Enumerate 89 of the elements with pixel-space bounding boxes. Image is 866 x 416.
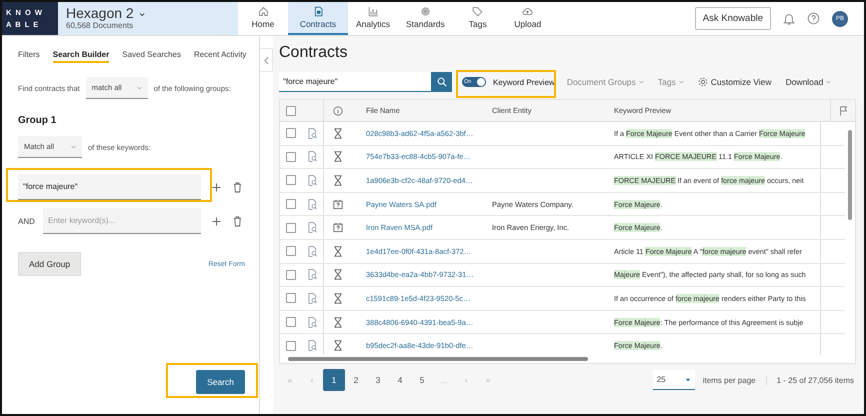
- nav-tab[interactable]: Home: [238, 2, 288, 35]
- hourglass-icon: [333, 151, 343, 162]
- hourglass-icon: [333, 292, 343, 304]
- document-preview-icon[interactable]: [308, 292, 317, 304]
- hourglass-icon: [333, 128, 343, 139]
- document-preview-icon[interactable]: [308, 269, 317, 280]
- hourglass-icon: [333, 340, 343, 352]
- search-button[interactable]: Search: [196, 370, 245, 394]
- operator-label: AND: [18, 216, 35, 226]
- chevron-icon: [71, 144, 76, 148]
- row-checkbox[interactable]: [286, 199, 296, 210]
- document-preview-icon[interactable]: [308, 174, 317, 186]
- panel-tab[interactable]: Filters: [18, 50, 40, 63]
- item-range-label: 1 - 25 of 27,056 items: [776, 376, 854, 384]
- document-preview-icon[interactable]: [308, 198, 317, 210]
- search-field[interactable]: "force majeure": [279, 72, 431, 92]
- page-title: Contracts: [279, 44, 348, 62]
- panel-tab[interactable]: Search Builder: [52, 50, 110, 63]
- dropdown-arrow-icon: [684, 378, 691, 382]
- tag-icon: [472, 6, 484, 17]
- document-preview-icon[interactable]: [308, 246, 317, 257]
- document-preview-icon[interactable]: [308, 128, 317, 139]
- row-checkbox[interactable]: [286, 270, 296, 280]
- help-icon[interactable]: [807, 12, 820, 25]
- keyword-field[interactable]: Enter keyword(s)...: [43, 208, 201, 234]
- customize-view-button[interactable]: Customize View: [698, 77, 772, 87]
- collapse-panel-button[interactable]: [260, 48, 273, 72]
- toolbar-dropdown[interactable]: Download: [786, 77, 832, 87]
- home-icon: [258, 6, 268, 17]
- hourglass-icon: [333, 269, 343, 280]
- hourglass-icon: [333, 316, 343, 328]
- row-checkbox[interactable]: [286, 293, 296, 304]
- group-title: Group 1: [18, 115, 58, 126]
- hourglass-icon: [333, 246, 343, 257]
- page-button[interactable]: 3: [367, 369, 389, 391]
- nav-tab[interactable]: Standards: [398, 2, 453, 35]
- ask-knowable-button[interactable]: Ask Knowable: [694, 7, 771, 30]
- flag-icon: [838, 106, 848, 116]
- badge-icon: [420, 6, 431, 17]
- row-checkbox[interactable]: [286, 246, 296, 256]
- delete-icon[interactable]: [233, 216, 242, 226]
- add-icon[interactable]: [212, 182, 221, 192]
- row-checkbox[interactable]: [286, 340, 296, 351]
- panel-tab[interactable]: Saved Searches: [122, 50, 181, 63]
- chevron-left-icon: [264, 56, 268, 64]
- row-checkbox[interactable]: [286, 128, 296, 138]
- calendar-question-icon: [333, 222, 343, 234]
- row-checkbox[interactable]: [286, 152, 296, 162]
- select-all-checkbox[interactable]: [286, 106, 296, 116]
- document-preview-icon[interactable]: [308, 222, 317, 234]
- nav-tab[interactable]: Upload: [502, 2, 553, 35]
- chevron-icon: [136, 86, 142, 90]
- chevron-icon: [638, 80, 644, 84]
- gear-icon: [698, 77, 708, 87]
- document-preview-icon[interactable]: [308, 340, 317, 352]
- search-icon: [436, 77, 446, 87]
- page-button[interactable]: 4: [389, 369, 411, 391]
- notification-bell-icon[interactable]: [783, 12, 795, 26]
- document-preview-icon[interactable]: [308, 151, 317, 162]
- upload-icon: [522, 6, 534, 17]
- row-checkbox[interactable]: [286, 317, 296, 328]
- workspace-name[interactable]: Hexagon 2: [66, 5, 134, 21]
- delete-icon[interactable]: [233, 182, 242, 192]
- document-count: 60,568 Documents: [66, 21, 134, 30]
- chevron-icon: [826, 80, 832, 84]
- hourglass-icon: [333, 174, 343, 186]
- row-checkbox[interactable]: [286, 222, 296, 233]
- items-per-page-label: items per page: [702, 376, 767, 384]
- nav-tab[interactable]: Contracts: [288, 2, 348, 35]
- toggle-label: Keyword Preview: [493, 78, 555, 86]
- panel-tab[interactable]: Recent Activity: [194, 50, 246, 63]
- page-button[interactable]: 2: [345, 369, 367, 391]
- page-button[interactable]: 5: [411, 369, 433, 391]
- page-size-select[interactable]: 25: [652, 370, 695, 390]
- nav-tab[interactable]: Analytics: [348, 2, 398, 35]
- add-group-button[interactable]: Add Group: [18, 252, 82, 276]
- workspace-caret[interactable]: ⌄: [138, 9, 147, 17]
- search-button[interactable]: [431, 72, 452, 92]
- document-preview-icon[interactable]: [308, 316, 317, 328]
- document-icon: [312, 6, 324, 17]
- info-icon: [333, 106, 343, 116]
- row-checkbox[interactable]: [286, 175, 296, 186]
- keyword-field[interactable]: "force majeure": [18, 174, 201, 200]
- add-icon[interactable]: [212, 216, 221, 226]
- chevron-icon: [678, 80, 684, 84]
- calendar-question-icon: [333, 198, 343, 210]
- page-button[interactable]: 1: [323, 369, 345, 391]
- nav-tab[interactable]: Tags: [452, 2, 503, 35]
- chart-icon: [368, 6, 378, 17]
